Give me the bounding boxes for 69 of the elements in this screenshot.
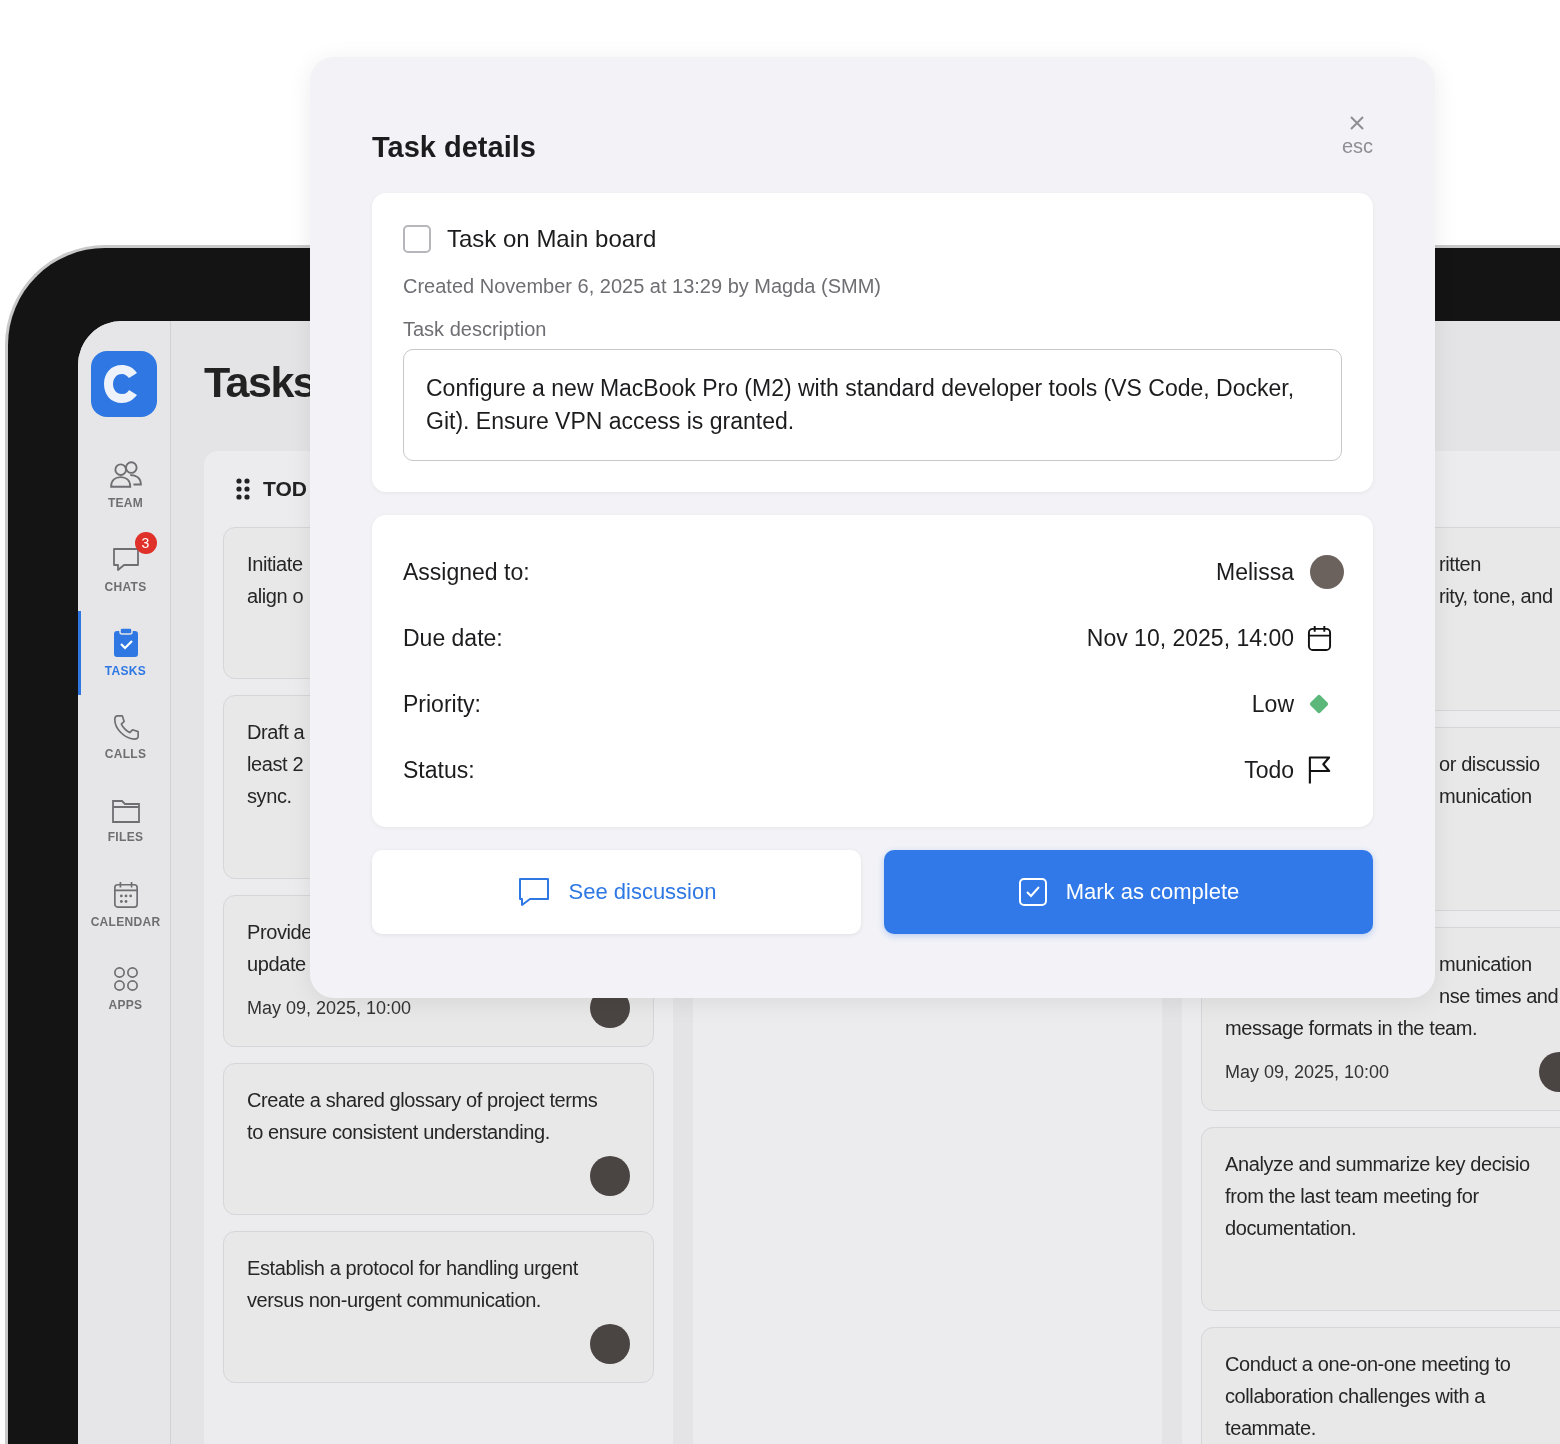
field-value[interactable]: Nov 10, 2025, 14:00	[1086, 624, 1294, 652]
checkbox-icon	[1017, 877, 1048, 907]
task-text: Draft a	[247, 720, 305, 745]
task-card[interactable]: Conduct a one-on-one meeting to collaboration challenges with a teammate.	[1201, 1327, 1560, 1444]
mark-complete-button[interactable]: Mark as complete	[884, 850, 1373, 934]
calendar-icon[interactable]	[1306, 624, 1332, 652]
avatar	[1310, 555, 1344, 589]
field-value[interactable]: Low	[1251, 690, 1294, 718]
sidebar-item[interactable]: CALLS	[78, 695, 170, 779]
task-text: Create a shared glossary of project terms	[247, 1088, 598, 1113]
task-text: munication	[1439, 784, 1532, 809]
task-title: Task on Main board	[447, 225, 657, 253]
task-card[interactable]: Create a shared glossary of project terms to ensure consistent understanding.	[223, 1063, 654, 1215]
task-text: Conduct a one-on-one meeting to	[1225, 1352, 1511, 1377]
task-text: ritten	[1439, 552, 1482, 577]
task-card[interactable]: Establish a protocol for handling urgent versus non-urgent communication.	[223, 1231, 654, 1383]
task-text: align o	[247, 584, 304, 609]
field-label: Due date:	[403, 624, 503, 652]
description-field[interactable]: Configure a new MacBook Pro (M2) with standard developer tools (VS Code, Docker, Git). Ensure VPN access is granted.	[403, 349, 1342, 461]
field-label: Priority:	[403, 690, 481, 718]
task-text: rity, tone, and	[1439, 584, 1553, 609]
task-text: least 2	[247, 752, 304, 777]
task-date: May 09, 2025, 10:00	[247, 997, 412, 1019]
checkbox[interactable]	[403, 225, 431, 253]
clipboard-check-icon	[112, 628, 139, 658]
field-label: Status:	[403, 756, 475, 784]
sidebar-item[interactable]: 3 CHATS	[78, 527, 170, 611]
calendar-icon	[112, 881, 139, 909]
task-text: documentation.	[1225, 1216, 1357, 1241]
page-title: Tasks	[204, 357, 316, 407]
task-text: Establish a protocol for handling urgent	[247, 1256, 578, 1281]
flag-icon[interactable]	[1306, 755, 1332, 785]
task-text: teammate.	[1225, 1416, 1316, 1441]
field-label: Task description	[403, 318, 548, 341]
task-text: versus non-urgent communication.	[247, 1288, 542, 1313]
task-card[interactable]: Analyze and summarize key decisio from the last team meeting for documentation.	[1201, 1127, 1560, 1311]
field-value[interactable]: Todo	[1244, 756, 1294, 784]
task-text: or discussio	[1439, 752, 1540, 777]
task-text: message formats in the team.	[1225, 1016, 1478, 1041]
task-text: Provide	[247, 920, 312, 945]
folder-icon	[110, 798, 141, 824]
created-info: Created November 6, 2025 at 13:29 by Magda (SMM)	[403, 275, 883, 298]
sidebar-item[interactable]: FILES	[78, 779, 170, 863]
people-icon	[108, 460, 143, 490]
unread-badge: 3	[134, 532, 157, 554]
task-text: Analyze and summarize key decisio	[1225, 1152, 1530, 1177]
close-icon	[1349, 115, 1366, 131]
task-text: to ensure consistent understanding.	[247, 1120, 550, 1145]
task-text: munication	[1439, 952, 1532, 977]
field-value[interactable]: Melissa	[1216, 558, 1294, 586]
sidebar-item[interactable]: APPS	[78, 947, 170, 1031]
task-text: Initiate	[247, 552, 303, 577]
apps-grid-icon	[112, 966, 139, 992]
sidebar-item[interactable]: TEAM	[78, 443, 170, 527]
task-text: update	[247, 952, 306, 977]
discussion-button[interactable]: See discussion	[372, 850, 861, 934]
dialog-title: Task details	[372, 131, 536, 164]
app-logo-icon	[91, 351, 157, 417]
sidebar-item[interactable]: CALENDAR	[78, 863, 170, 947]
task-text: sync.	[247, 784, 292, 809]
task-date: May 09, 2025, 10:00	[1225, 1061, 1390, 1083]
field-label: Assigned to:	[403, 558, 530, 586]
chat-bubble-icon	[516, 876, 551, 908]
phone-icon	[111, 713, 140, 741]
task-text: collaboration challenges with a	[1225, 1384, 1485, 1409]
task-text: nse times and	[1439, 984, 1559, 1009]
column-title: TOD	[263, 477, 307, 501]
task-text: from the last team meeting for	[1225, 1184, 1479, 1209]
drag-handle-icon[interactable]	[235, 477, 251, 501]
